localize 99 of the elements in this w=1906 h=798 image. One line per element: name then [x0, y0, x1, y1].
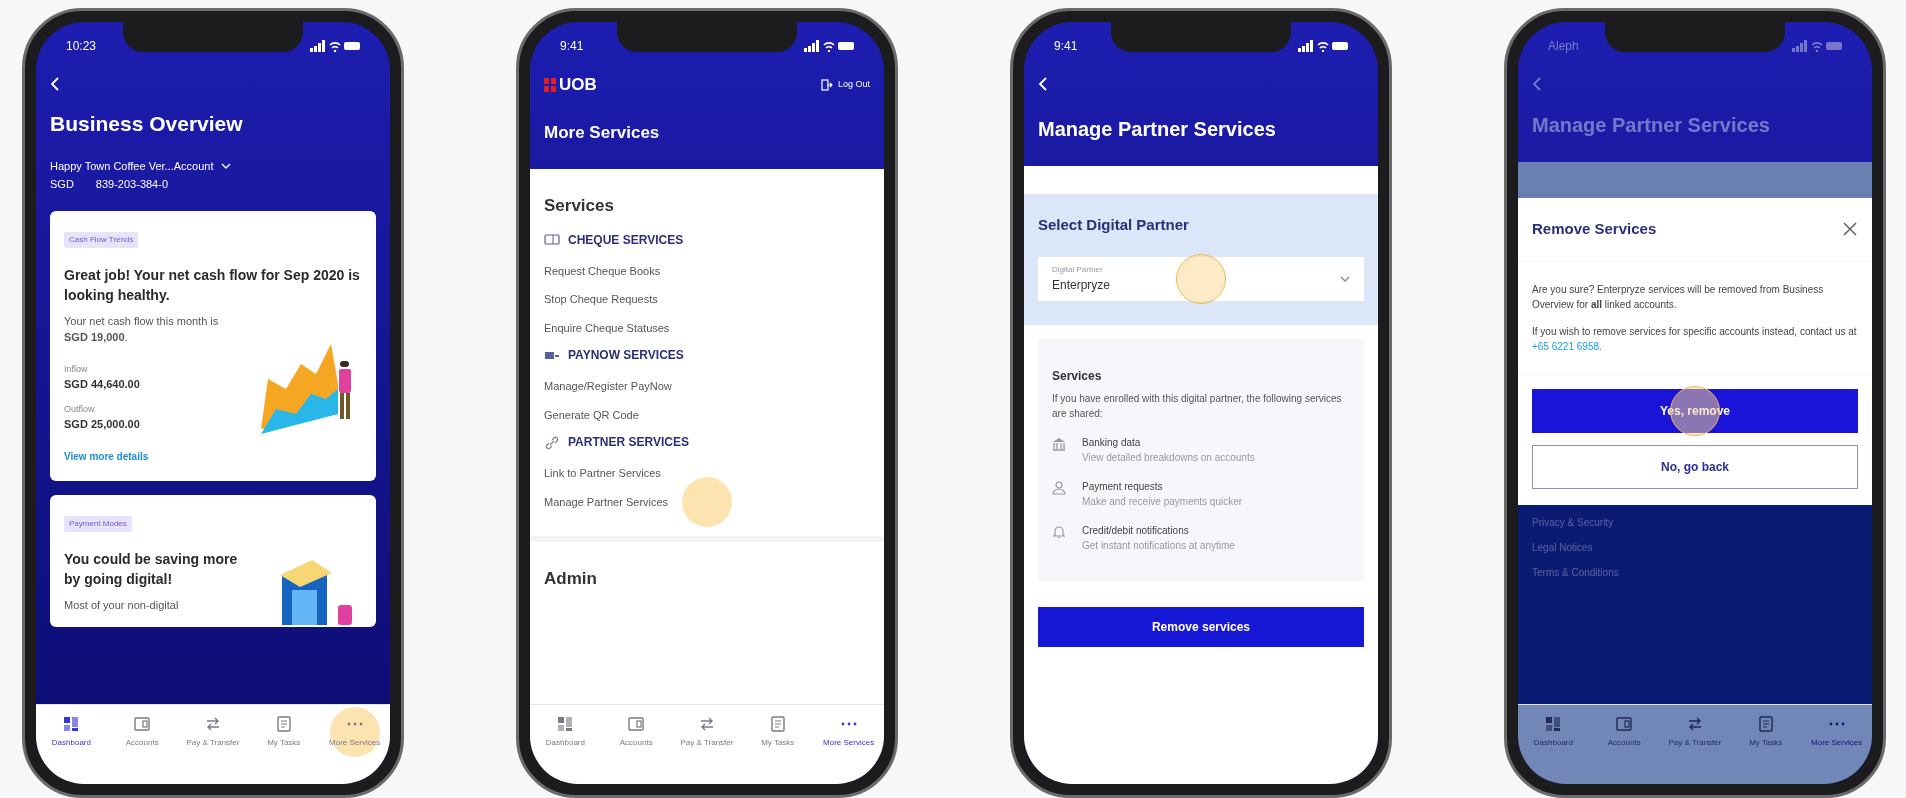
page-title: Business Overview [49, 111, 244, 137]
footer-link[interactable]: Privacy & Security [1532, 514, 1858, 530]
tab-bar-item[interactable]: Accounts [604, 715, 669, 749]
card-heading: Services [1052, 367, 1103, 385]
tab-bar-item[interactable]: Accounts [110, 715, 175, 749]
menu-item[interactable]: Request Cheque Books [544, 256, 661, 285]
figure-value: SGD 44,640.00 [64, 377, 141, 392]
partner-dropdown[interactable]: Digital Partner Enterpryze [1038, 256, 1364, 301]
menu-item[interactable]: Enquire Cheque Statuses [544, 313, 670, 342]
service-description: Make and receive payments quicker [1082, 494, 1243, 509]
close-button[interactable] [1842, 221, 1858, 238]
service-title: Banking data [1082, 435, 1142, 450]
menu-item[interactable]: Generate QR Code [544, 400, 639, 429]
list-icon [1756, 715, 1775, 733]
status-time: 10:23 [66, 38, 97, 55]
wallet-icon [133, 715, 152, 733]
status-icons [804, 40, 854, 52]
bell-icon [1052, 524, 1066, 539]
figure-label: Outflow [64, 402, 96, 416]
menu-item[interactable]: Manage/Register PayNow [544, 372, 672, 401]
figure-value: SGD 25,000.00 [64, 417, 141, 432]
service-title: Credit/debit notifications [1082, 523, 1190, 538]
status-time: 9:41 [1054, 38, 1078, 55]
tab-bar-item[interactable]: Pay & Transfer [675, 715, 739, 749]
service-description: Get instant notifications at anytime [1082, 538, 1235, 553]
card-text: If you have enrolled with this digital partner, the following services are shared: [1052, 391, 1343, 421]
tab-bar-item[interactable]: Pay & Transfer [181, 715, 245, 749]
more-dots-icon [346, 722, 363, 726]
cheque-icon [544, 232, 560, 247]
transfer-arrows-icon [204, 715, 222, 733]
service-title: Payment requests [1082, 479, 1164, 494]
page-title: Manage Partner Services [1037, 117, 1277, 142]
card-tag: Payment Modes [64, 515, 132, 532]
footer-link[interactable]: Terms & Conditions [1532, 564, 1858, 580]
logout-button[interactable]: Log Out [820, 78, 870, 92]
menu-item[interactable]: Manage Partner Services [544, 487, 669, 516]
status-icons [1298, 40, 1348, 52]
card-headline: Great job! Your net cash flow for Sep 2020 is looking healthy. [64, 265, 361, 305]
section-heading: Services [544, 195, 615, 217]
list-icon [768, 715, 787, 733]
section-heading: Select Digital Partner [1038, 215, 1190, 235]
dashboard-icon [556, 715, 575, 733]
tab-bar-item[interactable]: Pay & Transfer [1663, 715, 1727, 749]
page-title: Manage Partner Services [1531, 113, 1771, 138]
remove-services-button[interactable]: Remove services [1038, 606, 1364, 647]
tab-bar-item[interactable]: More Services [816, 715, 881, 749]
dashboard-icon [1544, 715, 1563, 733]
tab-bar-item[interactable]: Dashboard [39, 715, 104, 749]
link-icon [544, 434, 560, 450]
cancel-button[interactable]: No, go back [1532, 444, 1858, 489]
view-details-link[interactable]: View more details [64, 448, 149, 464]
logout-icon [820, 78, 833, 91]
list-icon [274, 715, 293, 733]
chevron-down-icon [1340, 275, 1350, 282]
menu-item[interactable]: Link to Partner Services [544, 459, 661, 488]
tab-bar-item[interactable]: My Tasks [745, 715, 810, 749]
group-heading: PAYNOW SERVICES [568, 347, 684, 364]
group-heading: PARTNER SERVICES [568, 434, 689, 451]
section-heading: Admin [544, 568, 598, 590]
page-title: More Services [544, 121, 661, 144]
wallet-icon [627, 715, 646, 733]
brand-logo-text: UOB [559, 74, 597, 96]
more-dots-icon [840, 722, 857, 726]
footer-link[interactable]: Legal Notices [1532, 539, 1858, 555]
group-heading: CHEQUE SERVICES [568, 231, 684, 249]
status-time: 9:41 [560, 38, 584, 55]
status-icons [1792, 40, 1842, 52]
status-icons [310, 40, 360, 52]
service-description: View detailed breakdowns on accounts [1082, 450, 1255, 465]
person-icon [1052, 480, 1066, 495]
account-currency: SGD [50, 177, 74, 192]
tab-bar-item[interactable]: Dashboard [1521, 715, 1586, 749]
tab-bar-item[interactable]: Dashboard [533, 715, 598, 749]
transfer-arrows-icon [698, 715, 716, 733]
tab-bar-item[interactable]: My Tasks [1733, 715, 1798, 749]
tab-bar-item[interactable]: Accounts [1592, 715, 1657, 749]
dialog-title: Remove Services [1532, 219, 1657, 239]
more-dots-icon [1828, 722, 1845, 726]
tab-bar-item[interactable]: My Tasks [251, 715, 316, 749]
dialog-message: Are you sure? Enterpryze services will be removed from Business Overview for all linked accounts. [1532, 282, 1825, 312]
tab-bar-item[interactable]: More Services [1804, 715, 1869, 749]
card-tag: Cash Flow Trends [64, 231, 139, 248]
card-text: Most of your non-digital [64, 597, 180, 613]
dashboard-icon [62, 715, 81, 733]
bank-icon [1052, 436, 1066, 451]
logo-mark-icon [544, 77, 556, 92]
wallet-icon [1615, 715, 1634, 733]
account-number: 839-203-384-0 [95, 177, 168, 192]
close-icon [1842, 221, 1858, 238]
chevron-down-icon [221, 162, 232, 169]
transfer-arrows-icon [1686, 715, 1704, 733]
phone-link[interactable]: +65 6221 6958. [1532, 340, 1602, 352]
card-text: Your net cash flow this month is SGD 19,000. [64, 313, 220, 345]
card-headline: You could be saving more by going digital! [64, 549, 239, 589]
status-time: Aleph [1548, 38, 1579, 55]
account-name: Happy Town Coffee Ver...Account [50, 158, 214, 174]
figure-label: Inflow [64, 362, 89, 376]
menu-item[interactable]: Stop Cheque Requests [544, 285, 658, 314]
dialog-message: If you wish to remove services for specific accounts instead, contact us at +65 6221 6958. [1532, 324, 1858, 354]
